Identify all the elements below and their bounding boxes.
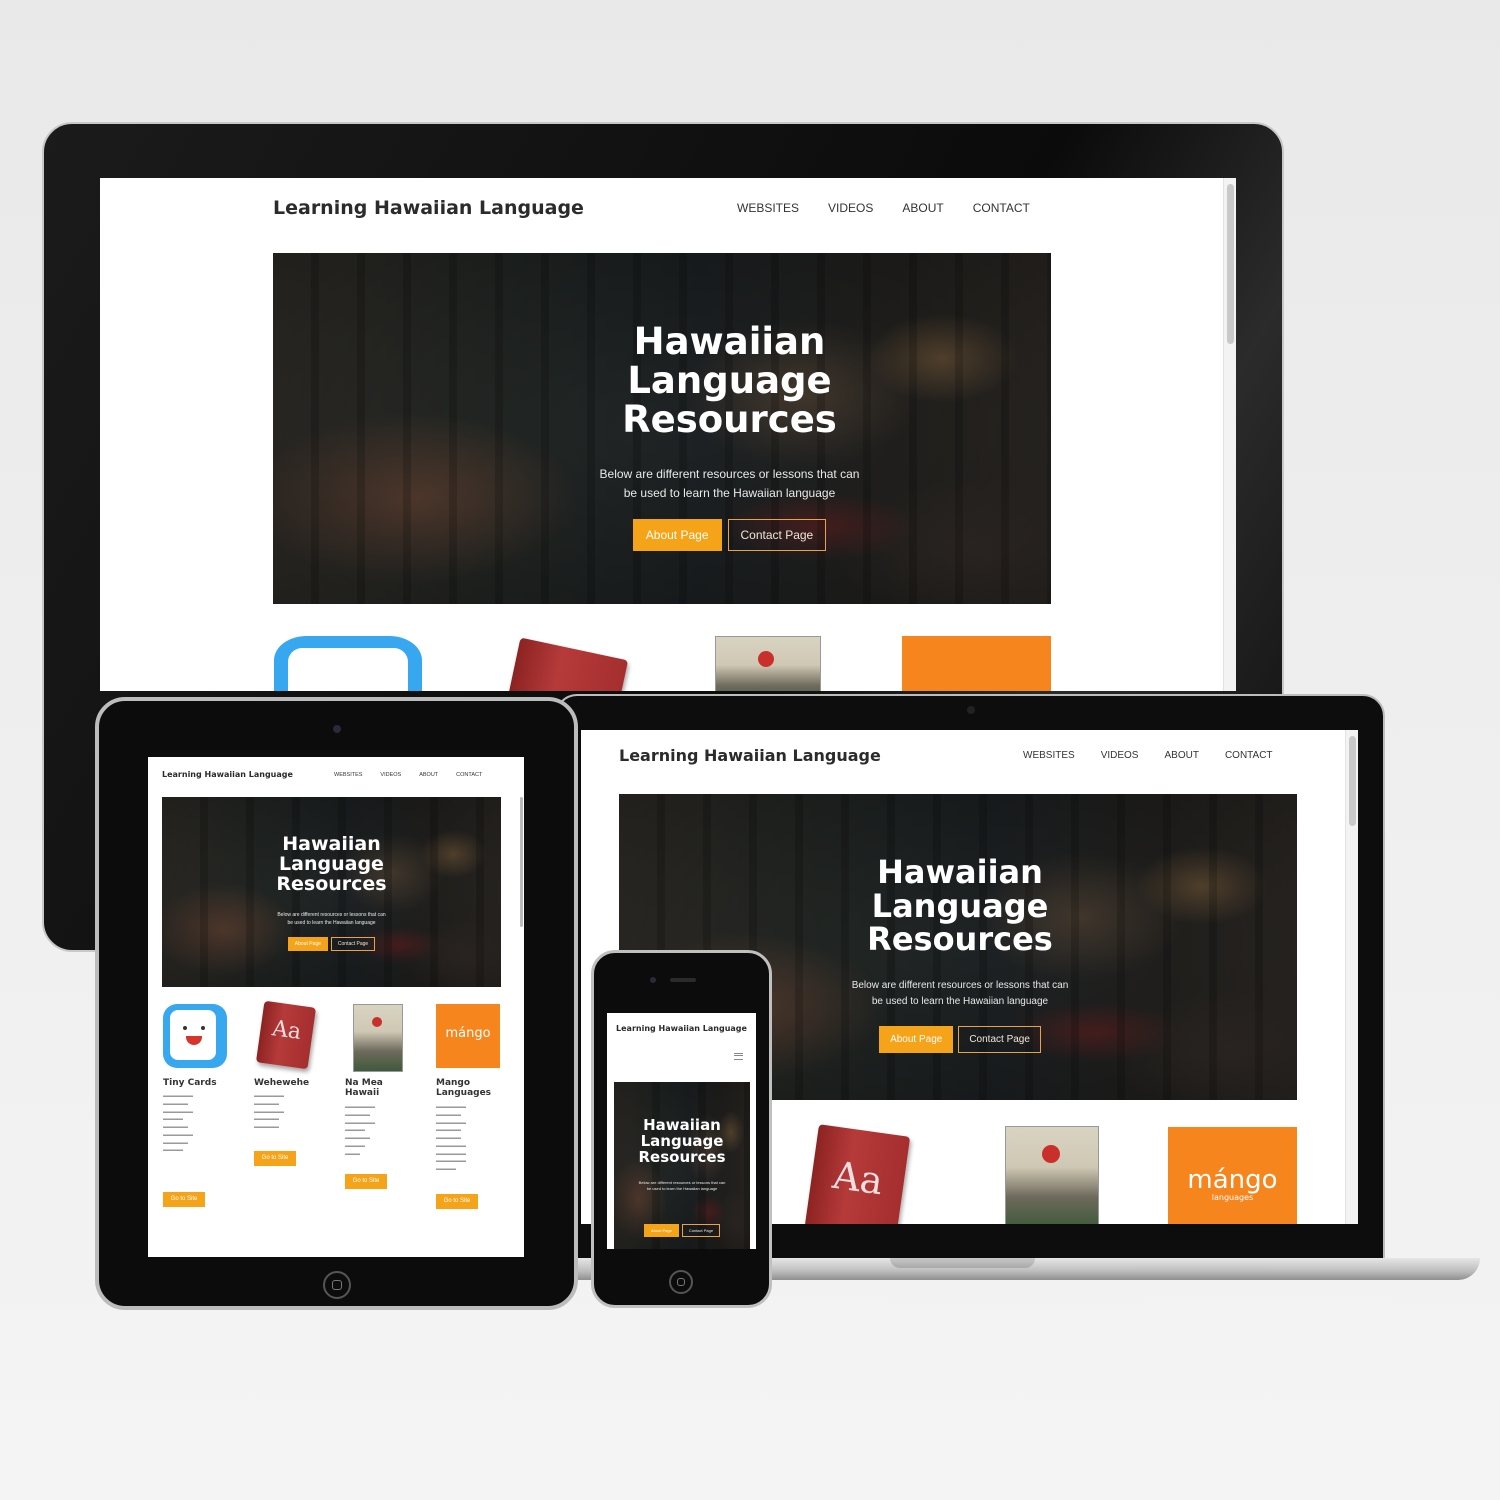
card-description: ▬▬▬▬▬▬ ▬▬▬▬▬ ▬▬▬▬▬▬ ▬▬▬▬▬ ▬▬▬▬▬ <box>254 1093 284 1130</box>
contact-page-button[interactable]: Contact Page <box>330 937 376 951</box>
na-mea-poster-image[interactable] <box>715 636 821 691</box>
hero-title-line: Hawaiian <box>282 833 381 855</box>
about-page-button[interactable]: About Page <box>632 519 722 551</box>
hero-banner: Hawaiian Language Resources Below are di… <box>614 1082 750 1249</box>
nav-contact[interactable]: CONTACT <box>973 201 1030 215</box>
contact-page-button[interactable]: Contact Page <box>681 1224 721 1237</box>
hero-buttons: About Page Contact Page <box>623 1026 1297 1053</box>
hero-subtitle: Below are different resources or lessons… <box>623 978 1297 1010</box>
hero-banner: Hawaiian Language Resources Below are di… <box>162 797 501 987</box>
hero-title-line: Resources <box>622 397 837 441</box>
laptop-camera <box>967 706 975 714</box>
main-nav: WEBSITES VIDEOS ABOUT CONTACT <box>737 201 1030 215</box>
nav-websites[interactable]: WEBSITES <box>334 772 362 778</box>
hero-subtitle-line: be used to learn the Hawaiian language <box>287 920 376 926</box>
nav-videos[interactable]: VIDEOS <box>380 772 401 778</box>
hero-subtitle: Below are different resources or lessons… <box>614 1180 750 1193</box>
tablet-frame: Learning Hawaiian Language WEBSITES VIDE… <box>95 697 578 1310</box>
tablet-scroll-thumb[interactable] <box>520 797 523 927</box>
dictionary-book-icon[interactable] <box>501 637 629 691</box>
card-description: ▬▬▬▬▬▬ ▬▬▬▬▬ ▬▬▬▬▬▬ ▬▬▬▬ ▬▬▬▬▬ ▬▬▬▬ ▬▬▬ <box>345 1104 375 1157</box>
about-page-button[interactable]: About Page <box>643 1224 679 1237</box>
hero-title-line: Resources <box>638 1147 726 1166</box>
nav-videos[interactable]: VIDEOS <box>1101 750 1139 761</box>
nav-contact[interactable]: CONTACT <box>1225 750 1273 761</box>
site-brand[interactable]: Learning Hawaiian Language <box>162 770 293 779</box>
go-to-site-button[interactable]: Go to Site <box>254 1151 296 1166</box>
tablet-home-button[interactable] <box>323 1271 351 1299</box>
nav-about[interactable]: ABOUT <box>1164 750 1198 761</box>
hero-title-line: Language <box>871 886 1049 925</box>
card-description: ▬▬▬▬▬▬▬▬▬▬▬▬▬▬▬▬▬▬▬▬▬▬▬▬▬▬▬▬▬▬▬▬▬▬▬▬▬▬▬▬… <box>436 1104 466 1172</box>
hero-subtitle-line: be used to learn the Hawaiian language <box>646 1186 718 1192</box>
hero-subtitle-line: Below are different resources or lessons… <box>851 980 1069 991</box>
laptop-scrollbar[interactable] <box>1345 730 1358 1224</box>
nav-websites[interactable]: WEBSITES <box>737 201 799 215</box>
desktop-scrollbar[interactable] <box>1223 178 1236 691</box>
hero-title: Hawaiian Language Resources <box>162 833 501 895</box>
contact-page-button[interactable]: Contact Page <box>958 1026 1041 1053</box>
hero-subtitle-line: be used to learn the Hawaiian language <box>623 486 836 501</box>
hero-title-line: Language <box>279 852 384 875</box>
desktop-scroll-thumb[interactable] <box>1227 184 1234 344</box>
laptop-scroll-thumb[interactable] <box>1349 736 1356 826</box>
hero-title-line: Hawaiian <box>877 853 1043 891</box>
card-description: ▬▬▬▬▬▬▬▬▬▬▬▬▬▬▬▬▬▬▬▬▬▬▬▬▬▬▬▬▬▬▬▬▬▬▬▬▬▬▬▬… <box>163 1093 193 1154</box>
hero-buttons: About Page Contact Page <box>408 519 1051 551</box>
mango-logo-text: mángo <box>1187 1165 1278 1195</box>
phone-home-button[interactable] <box>669 1270 693 1294</box>
nav-about[interactable]: ABOUT <box>902 201 943 215</box>
site-brand[interactable]: Learning Hawaiian Language <box>619 746 881 765</box>
hero-title: Hawaiian Language Resources <box>408 320 1051 441</box>
hero-title-line: Resources <box>276 872 387 895</box>
tablet-camera <box>333 725 341 733</box>
hero-banner: Hawaiian Language Resources Below are di… <box>619 794 1297 1100</box>
hero-buttons: About Page Contact Page <box>614 1224 750 1237</box>
mango-logo-text: mángo <box>445 1026 491 1041</box>
hero-subtitle-line: be used to learn the Hawaiian language <box>871 996 1049 1007</box>
hero-subtitle-line: Below are different resources or lessons… <box>599 467 860 481</box>
dictionary-book-icon[interactable]: Aa <box>803 1124 911 1224</box>
site-brand[interactable]: Learning Hawaiian Language <box>273 197 584 219</box>
nav-websites[interactable]: WEBSITES <box>1023 750 1075 761</box>
main-nav: WEBSITES VIDEOS ABOUT CONTACT <box>1023 750 1273 761</box>
tinycards-icon[interactable] <box>274 636 422 691</box>
card-title-mango-languages: Mango Languages <box>436 1078 492 1098</box>
go-to-site-button[interactable]: Go to Site <box>163 1192 205 1207</box>
tinycards-icon[interactable] <box>163 1004 227 1068</box>
hero-subtitle: Below are different resources or lessons… <box>408 465 1051 503</box>
mango-logo-tile[interactable]: mángo <box>436 1004 500 1068</box>
hero-title-line: Hawaiian <box>633 320 826 363</box>
card-title-tiny-cards: Tiny Cards <box>163 1078 217 1088</box>
about-page-button[interactable]: About Page <box>287 937 328 951</box>
card-title-wehewehe: Wehewehe <box>254 1078 310 1088</box>
hero-buttons: About Page Contact Page <box>162 937 501 951</box>
hero-title-line: Language <box>627 358 832 402</box>
desktop-website: Learning Hawaiian Language WEBSITES VIDE… <box>100 178 1236 691</box>
hero-title: Hawaiian Language Resources <box>623 853 1297 959</box>
hero-subtitle-line: Below are different resources or lessons… <box>277 912 386 918</box>
nav-about[interactable]: ABOUT <box>419 772 438 778</box>
mango-logo-tile[interactable] <box>902 636 1051 691</box>
hero-subtitle: Below are different resources or lessons… <box>162 911 501 927</box>
card-title-na-mea-hawaii: Na Mea Hawaii <box>345 1078 383 1098</box>
na-mea-poster-image[interactable] <box>1005 1126 1099 1224</box>
hero-banner: Hawaiian Language Resources Below are di… <box>273 253 1051 604</box>
hero-title: Hawaiian Language Resources <box>614 1117 750 1166</box>
go-to-site-button[interactable]: Go to Site <box>436 1194 478 1209</box>
about-page-button[interactable]: About Page <box>879 1026 954 1053</box>
nav-videos[interactable]: VIDEOS <box>828 201 873 215</box>
nav-contact[interactable]: CONTACT <box>456 772 482 778</box>
hero-title-line: Resources <box>867 920 1053 959</box>
na-mea-poster-image[interactable] <box>353 1004 403 1072</box>
tablet-website: Learning Hawaiian Language WEBSITES VIDE… <box>148 757 524 1257</box>
dictionary-book-icon[interactable]: Aa <box>255 1000 317 1070</box>
main-nav: WEBSITES VIDEOS ABOUT CONTACT <box>334 772 482 778</box>
mango-logo-tile[interactable]: mángo languages <box>1168 1127 1297 1224</box>
contact-page-button[interactable]: Contact Page <box>727 519 827 551</box>
tablet-scrollbar[interactable] <box>519 757 524 1257</box>
go-to-site-button[interactable]: Go to Site <box>345 1174 387 1189</box>
laptop-notch <box>890 1258 1035 1268</box>
